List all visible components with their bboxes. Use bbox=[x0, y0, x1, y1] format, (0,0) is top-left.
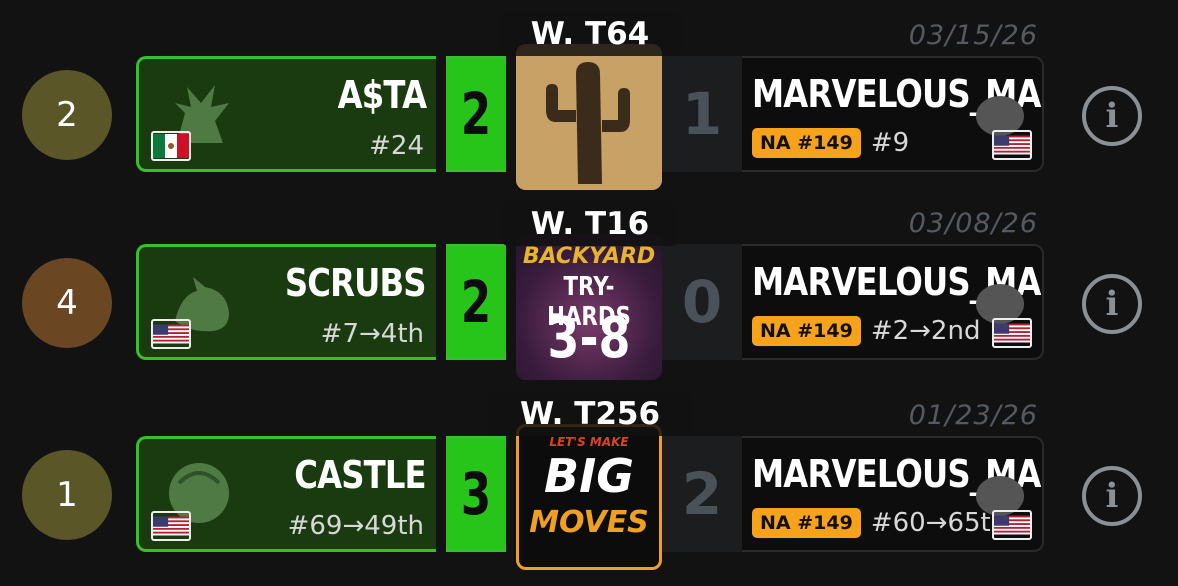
match-row-3[interactable]: 01/23/26 1 CASTLE #69→49th 3 2 MARVELOUS… bbox=[0, 380, 1178, 570]
art-text-line3: MOVES bbox=[529, 505, 649, 540]
player-card-right[interactable]: MARVELOUS_MA... NA #149 #9 bbox=[742, 56, 1044, 172]
info-icon[interactable]: i bbox=[1082, 274, 1142, 334]
player-card-left[interactable]: SCRUBS #7→4th bbox=[136, 244, 436, 360]
art-text-line3: 3-8 bbox=[547, 306, 631, 371]
info-icon[interactable]: i bbox=[1082, 466, 1142, 526]
match-date: 03/08/26 bbox=[908, 208, 1038, 239]
region-rank-tag: NA #149 bbox=[752, 508, 861, 538]
score-left: 2 bbox=[446, 56, 506, 172]
player-seed-left: #69→49th bbox=[287, 511, 424, 541]
player-seed-left: #7→4th bbox=[320, 319, 424, 349]
player-seed-right: #2→2nd bbox=[870, 316, 981, 346]
score-right: 0 bbox=[662, 244, 742, 360]
info-icon[interactable]: i bbox=[1082, 86, 1142, 146]
player-card-right[interactable]: MARVELOUS_MA... NA #149 #60→65th bbox=[742, 436, 1044, 552]
art-text-line1: BACKYARD bbox=[522, 244, 656, 269]
player-card-right[interactable]: MARVELOUS_MA... NA #149 #2→2nd bbox=[742, 244, 1044, 360]
match-row-1[interactable]: 03/15/26 2 A$TA #24 2 1 MARVELOUS_MA... … bbox=[0, 0, 1178, 190]
player-seed-right: #9 bbox=[870, 128, 910, 158]
cactus-art-icon[interactable] bbox=[516, 44, 662, 190]
player-name-left: SCRUBS bbox=[285, 261, 427, 305]
score-left: 3 bbox=[446, 436, 506, 552]
tournament-label: W. T16 bbox=[502, 202, 678, 246]
player-seed-left: #24 bbox=[369, 131, 424, 161]
big-moves-art-icon[interactable]: LET'S MAKE BIG MOVES bbox=[516, 424, 662, 570]
usa-flag-icon bbox=[151, 511, 191, 541]
player-card-left[interactable]: CASTLE #69→49th bbox=[136, 436, 436, 552]
usa-flag-icon bbox=[992, 318, 1032, 348]
art-text-line1: LET'S MAKE bbox=[549, 435, 629, 449]
match-date: 01/23/26 bbox=[908, 400, 1038, 431]
tournament-label: W. T256 bbox=[488, 392, 692, 436]
match-date: 03/15/26 bbox=[908, 20, 1038, 51]
placement-badge: 1 bbox=[22, 450, 112, 540]
player-card-left[interactable]: A$TA #24 bbox=[136, 56, 436, 172]
region-rank-tag: NA #149 bbox=[752, 128, 861, 158]
mexico-flag-icon bbox=[151, 131, 191, 161]
score-right: 2 bbox=[662, 436, 742, 552]
placement-badge: 2 bbox=[22, 70, 112, 160]
match-row-2[interactable]: 03/08/26 4 SCRUBS #7→4th 2 0 MARVELOUS_M… bbox=[0, 188, 1178, 380]
tournament-label: W. T64 bbox=[498, 12, 682, 56]
region-rank-tag: NA #149 bbox=[752, 316, 861, 346]
art-text-line2: BIG bbox=[544, 449, 634, 503]
placement-badge: 4 bbox=[22, 258, 112, 348]
player-name-left: A$TA bbox=[337, 73, 426, 117]
score-left: 2 bbox=[446, 244, 506, 360]
backyard-try-hards-art-icon[interactable]: BACKYARD TRY-HARDS 3-8 bbox=[516, 234, 662, 380]
player-name-left: CASTLE bbox=[294, 453, 426, 497]
usa-flag-icon bbox=[992, 130, 1032, 160]
usa-flag-icon bbox=[992, 510, 1032, 540]
usa-flag-icon bbox=[151, 319, 191, 349]
score-right: 1 bbox=[662, 56, 742, 172]
